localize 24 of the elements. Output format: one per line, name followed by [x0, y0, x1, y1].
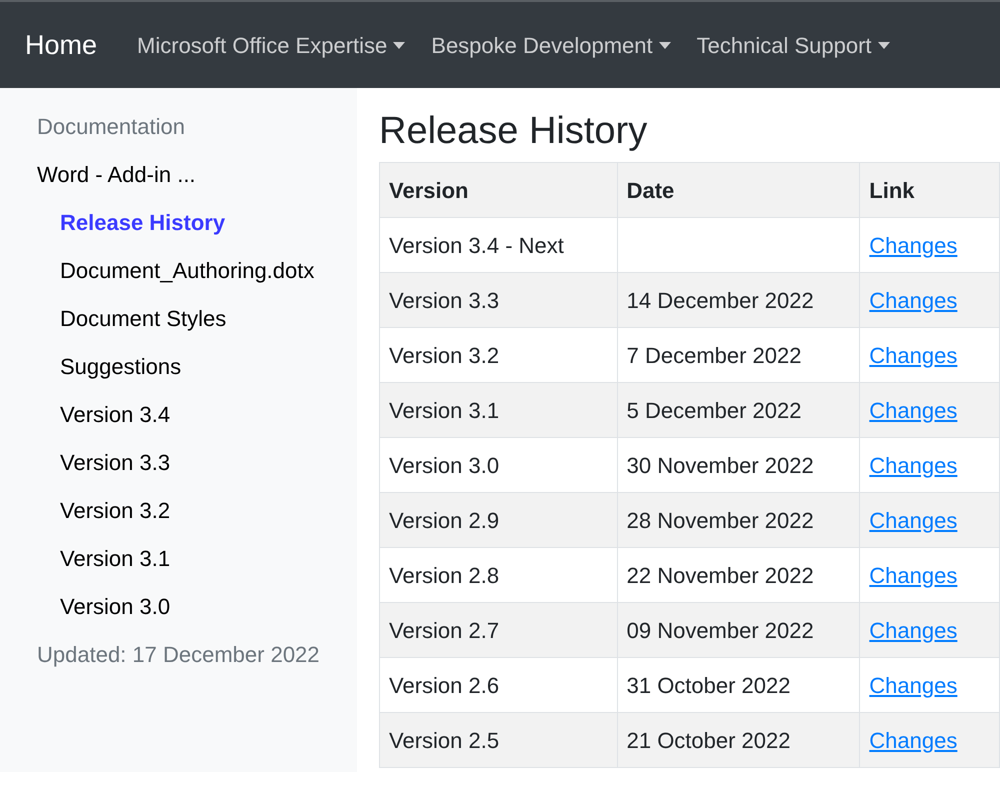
column-header: Date — [617, 162, 860, 218]
caret-icon — [878, 42, 890, 48]
sidebar-link[interactable]: Version 3.4 — [37, 398, 357, 446]
caret-icon — [393, 42, 406, 48]
caret-icon — [658, 42, 671, 48]
version-cell: Version 2.5 — [380, 712, 618, 768]
date-cell: 21 October 2022 — [617, 712, 860, 768]
nav-dropdown[interactable]: Bespoke Development — [431, 28, 671, 62]
sidebar-link[interactable]: Version 3.0 — [37, 590, 357, 638]
sidebar-link[interactable]: Version 3.2 — [37, 494, 357, 542]
sidebar-link[interactable]: Version 3.1 — [37, 542, 357, 590]
nav-dropdown[interactable]: Technical Support — [696, 28, 890, 62]
sidebar-link[interactable]: Document Styles — [37, 302, 357, 350]
sidebar-link[interactable]: Document_Authoring.dotx — [37, 254, 357, 302]
home-link[interactable]: Home — [25, 24, 98, 66]
column-header: Version — [380, 162, 618, 218]
sidebar-link[interactable]: Suggestions — [37, 350, 357, 398]
page-title: Release History — [379, 109, 648, 154]
nav-dropdown[interactable]: Microsoft Office Expertise — [137, 28, 406, 62]
sidebar-link[interactable]: Version 3.3 — [37, 446, 357, 494]
sidebar-link[interactable]: Release History — [37, 206, 357, 254]
sidebar-heading: Documentation — [37, 113, 186, 141]
sidebar-link[interactable]: Word - Add-in ... — [37, 158, 357, 206]
updated-date: Updated: 17 December 2022 — [37, 641, 321, 669]
